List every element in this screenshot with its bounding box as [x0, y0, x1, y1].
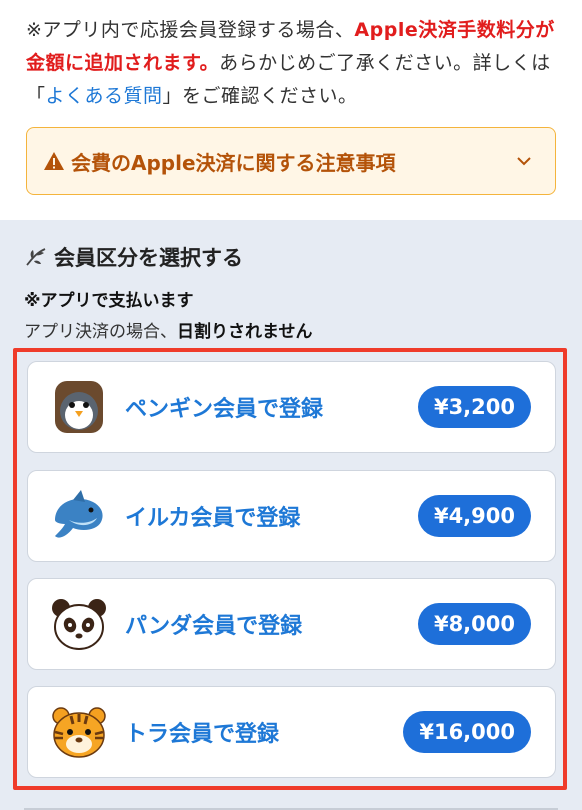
- plan-card-panda[interactable]: パンダ会員で登録 ¥8,000: [27, 578, 556, 670]
- notice-text-3: 」をご確認ください。: [162, 85, 358, 107]
- app-payment-note: ※アプリで支払います: [24, 291, 194, 311]
- notice-text: ※アプリ内で応援会員登録する場合、: [26, 19, 355, 41]
- section-title-text: 会員区分を選択する: [54, 246, 243, 270]
- plan-card-tiger[interactable]: トラ会員で登録 ¥16,000: [27, 686, 556, 778]
- panda-icon: [52, 599, 106, 650]
- plan-label: トラ会員で登録: [125, 722, 280, 747]
- leaf-icon: [26, 248, 46, 266]
- chevron-down-icon: [517, 157, 531, 166]
- tiger-icon: [52, 707, 106, 758]
- price-badge: ¥3,200: [417, 386, 531, 428]
- plan-card-dolphin[interactable]: イルカ会員で登録 ¥4,900: [27, 470, 556, 562]
- plan-label: イルカ会員で登録: [125, 506, 301, 531]
- price-badge: ¥8,000: [417, 603, 531, 645]
- plan-card-penguin[interactable]: ペンギン会員で登録 ¥3,200: [27, 361, 556, 453]
- warning-icon: [44, 152, 64, 170]
- faq-link[interactable]: よくある質問: [46, 85, 163, 107]
- dolphin-icon: [55, 490, 103, 538]
- proration-note-bold: 日割りされません: [177, 322, 313, 342]
- price-badge: ¥4,900: [417, 495, 531, 537]
- penguin-icon: [55, 381, 103, 433]
- apple-fee-notice: ※アプリ内で応援会員登録する場合、Apple決済手数料分が金額に追加されます。あ…: [0, 0, 582, 113]
- proration-note-text: アプリ決済の場合、: [24, 322, 177, 342]
- apple-payment-caution-accordion[interactable]: 会費のApple決済に関する注意事項: [26, 127, 556, 195]
- price-badge: ¥16,000: [403, 711, 531, 753]
- plan-label: パンダ会員で登録: [125, 614, 303, 639]
- section-title: 会員区分を選択する: [24, 242, 243, 272]
- plan-label: ペンギン会員で登録: [125, 397, 324, 422]
- proration-note: アプリ決済の場合、日割りされません: [24, 317, 313, 342]
- membership-plan-section: 会員区分を選択する ※アプリで支払います アプリ決済の場合、日割りされません ペ…: [0, 220, 582, 810]
- accordion-label: 会費のApple決済に関する注意事項: [71, 150, 396, 175]
